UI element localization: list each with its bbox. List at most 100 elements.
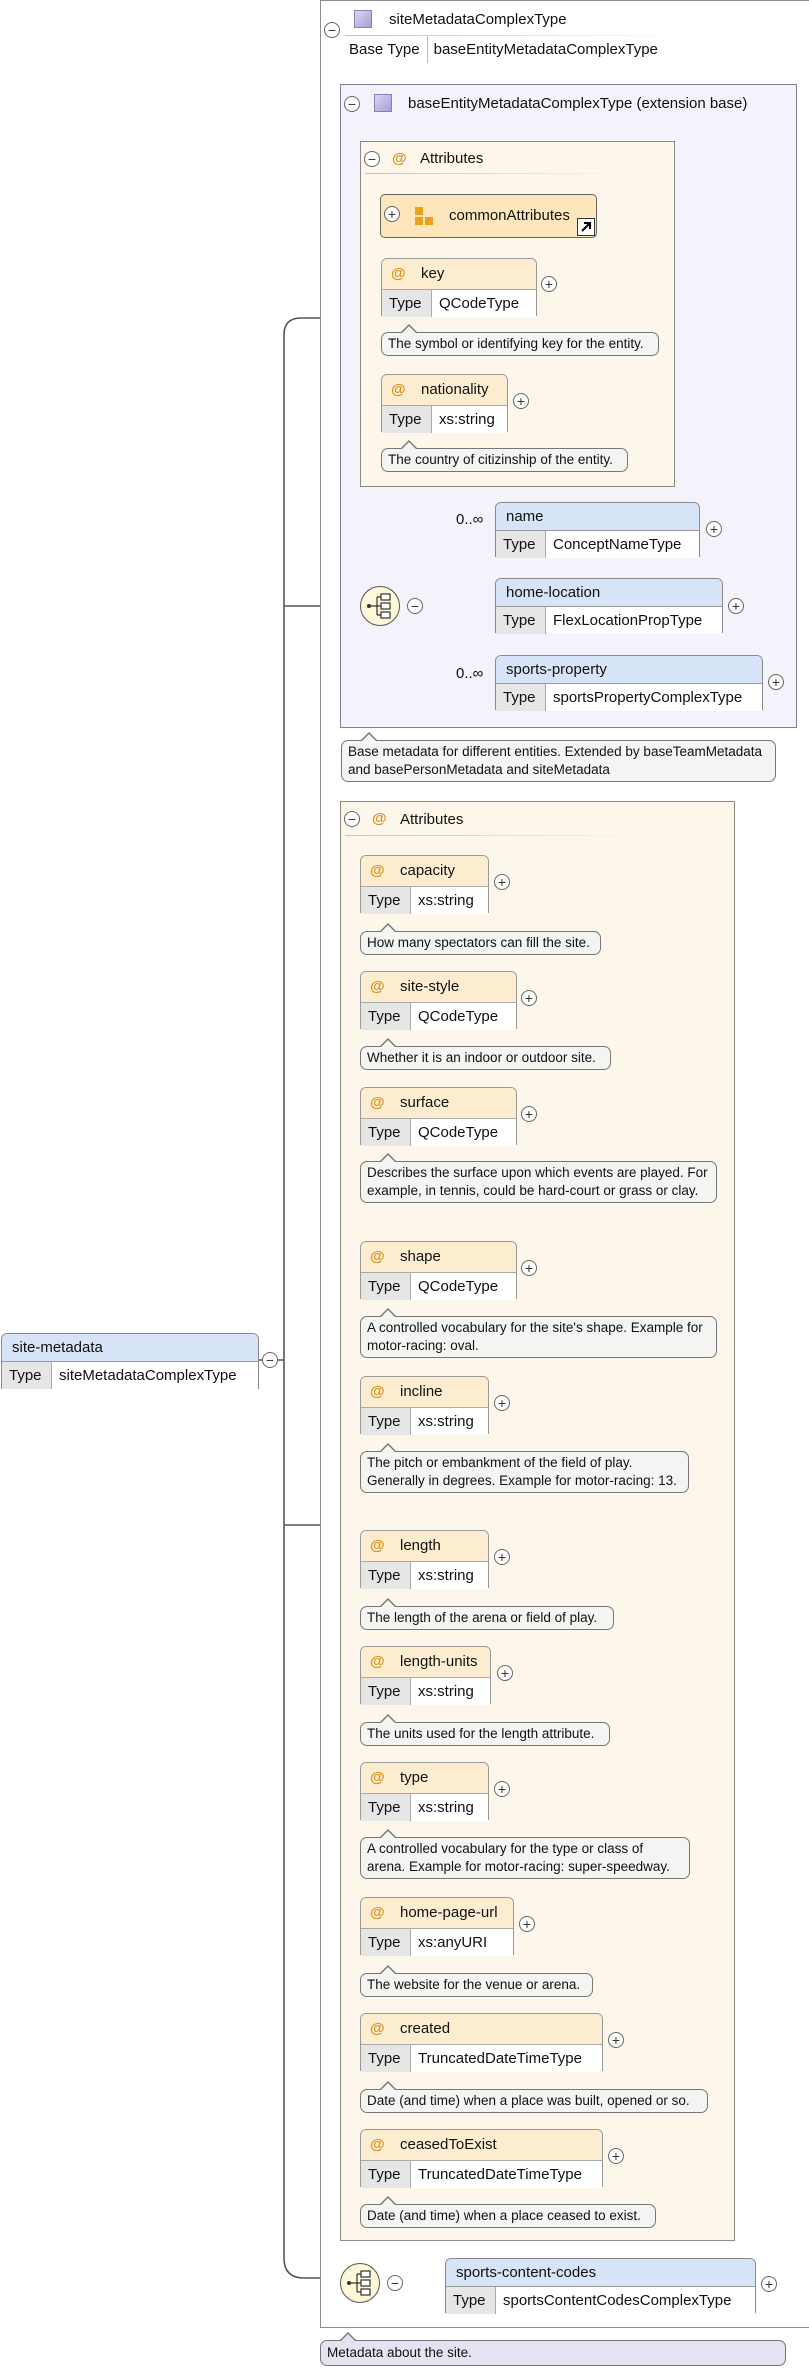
expand-toggle-type[interactable]: + [494, 1781, 510, 1797]
attribute-name: nationality [421, 381, 489, 398]
expand-toggle-capacity[interactable]: + [494, 874, 510, 890]
reference-arrow-icon [577, 218, 595, 236]
attribute-name: shape [400, 1248, 441, 1265]
expand-toggle-shape[interactable]: + [521, 1260, 537, 1276]
element-label: home-location [496, 579, 722, 607]
expand-toggle-length-units[interactable]: + [497, 1665, 513, 1681]
collapse-toggle-root[interactable]: − [262, 1352, 278, 1368]
element-sports-property[interactable]: sports-property Type sportsPropertyComple… [495, 655, 763, 711]
extension-attributes-title: Attributes [420, 150, 484, 167]
doc-note-type: A controlled vocabulary for the type or … [360, 1829, 690, 1879]
type-value: sportsContentCodesComplexType [503, 2292, 732, 2309]
type-value: QCodeType [439, 295, 520, 312]
expand-toggle-name[interactable]: + [706, 521, 722, 537]
attribute-ceased-to-exist[interactable]: @ ceasedToExist Type TruncatedDateTimeType [360, 2129, 603, 2188]
type-key: Type [361, 1119, 411, 1146]
type-key: Type [361, 1408, 411, 1435]
type-key: Type [361, 887, 411, 914]
expand-toggle-attribute-group[interactable]: + [384, 206, 400, 222]
attribute-name: capacity [400, 862, 456, 879]
expand-toggle-created[interactable]: + [608, 2032, 624, 2048]
at-icon: @ [370, 1248, 385, 1265]
expand-toggle-sports-property[interactable]: + [768, 674, 784, 690]
attribute-group-name: commonAttributes [449, 207, 570, 224]
collapse-toggle-sequence[interactable]: − [407, 598, 423, 614]
sequence-compositor-icon [360, 586, 400, 626]
collapse-toggle-extension-attributes[interactable]: − [364, 151, 380, 167]
expand-toggle-nationality[interactable]: + [513, 393, 529, 409]
base-type-row: Base Type baseEntityMetadataComplexType [343, 36, 658, 63]
extension-title: baseEntityMetadataComplexType (extension… [408, 95, 748, 112]
attribute-name: ceasedToExist [400, 2136, 497, 2153]
collapse-toggle-attributes[interactable]: − [344, 811, 360, 827]
collapse-toggle-sequence-bottom[interactable]: − [387, 2275, 403, 2291]
expand-toggle-surface[interactable]: + [521, 1106, 537, 1122]
type-key: Type [361, 2045, 411, 2072]
expand-toggle-home-page-url[interactable]: + [519, 1916, 535, 1932]
element-name[interactable]: name Type ConceptNameType [495, 502, 700, 558]
type-value: sportsPropertyComplexType [553, 689, 743, 706]
attribute-length-units[interactable]: @ length-units Type xs:string [360, 1646, 491, 1705]
element-home-location[interactable]: home-location Type FlexLocationPropType [495, 578, 723, 634]
doc-note-extension: Base metadata for different entities. Ex… [341, 732, 776, 782]
at-icon: @ [370, 1537, 385, 1554]
element-label: sports-content-codes [446, 2259, 755, 2287]
type-value: xs:string [418, 892, 474, 909]
attribute-shape[interactable]: @ shape Type QCodeType [360, 1241, 517, 1300]
attribute-incline[interactable]: @ incline Type xs:string [360, 1376, 489, 1435]
attribute-created[interactable]: @ created Type TruncatedDateTimeType [360, 2013, 603, 2072]
attribute-key[interactable]: @ key Type QCodeType [381, 258, 537, 317]
type-key: Type [496, 607, 546, 634]
at-icon: @ [391, 265, 406, 282]
type-key: Type [361, 1562, 411, 1589]
expand-toggle-site-style[interactable]: + [521, 990, 537, 1006]
expand-toggle-incline[interactable]: + [494, 1395, 510, 1411]
expand-toggle-ceased-to-exist[interactable]: + [608, 2148, 624, 2164]
root-element-site-metadata[interactable]: site-metadata Type siteMetadataComplexTyp… [1, 1333, 259, 1389]
doc-note-created: Date (and time) when a place was built, … [360, 2081, 708, 2113]
expand-toggle-home-location[interactable]: + [728, 598, 744, 614]
expand-toggle-length[interactable]: + [494, 1549, 510, 1565]
at-icon: @ [370, 978, 385, 995]
type-key: Type [361, 1678, 411, 1705]
type-value: QCodeType [418, 1124, 499, 1141]
doc-note-key: The symbol or identifying key for the en… [381, 324, 659, 356]
at-icon: @ [370, 1769, 385, 1786]
attribute-surface[interactable]: @ surface Type QCodeType [360, 1087, 517, 1146]
element-sports-content-codes[interactable]: sports-content-codes Type sportsContentCo… [445, 2258, 756, 2314]
doc-note-incline: The pitch or embankment of the field of … [360, 1443, 689, 1493]
collapse-toggle-extension[interactable]: − [344, 96, 360, 112]
root-element-name: site-metadata [2, 1334, 258, 1362]
attributes-at-icon: @ [372, 810, 387, 827]
collapse-toggle-complex-type[interactable]: − [324, 22, 340, 38]
type-key: Type [2, 1362, 52, 1389]
at-icon: @ [370, 2020, 385, 2037]
extension-type-icon [374, 94, 392, 112]
attribute-site-style[interactable]: @ site-style Type QCodeType [360, 971, 517, 1030]
attribute-length[interactable]: @ length Type xs:string [360, 1530, 489, 1589]
element-label: name [496, 503, 699, 531]
attributes-header-divider [345, 835, 645, 836]
attribute-group-common-attributes[interactable]: + commonAttributes [380, 194, 597, 238]
doc-note-shape: A controlled vocabulary for the site's s… [360, 1308, 717, 1358]
type-key: Type [496, 684, 546, 711]
at-icon: @ [391, 381, 406, 398]
type-value: FlexLocationPropType [553, 612, 703, 629]
attribute-home-page-url[interactable]: @ home-page-url Type xs:anyURI [360, 1897, 514, 1956]
type-key: Type [382, 406, 432, 433]
type-value: QCodeType [418, 1008, 499, 1025]
type-value: xs:anyURI [418, 1934, 488, 1951]
type-key: Type [496, 531, 546, 558]
attribute-nationality[interactable]: @ nationality Type xs:string [381, 374, 508, 433]
occurs-name: 0..∞ [456, 511, 484, 528]
attributes-header-divider [365, 173, 625, 174]
attribute-name: key [421, 265, 445, 282]
attribute-type[interactable]: @ type Type xs:string [360, 1762, 489, 1821]
type-value: xs:string [418, 1683, 474, 1700]
complex-type-name: siteMetadataComplexType [389, 11, 567, 28]
expand-toggle-sports-content-codes[interactable]: + [761, 2276, 777, 2292]
doc-note-site-style: Whether it is an indoor or outdoor site. [360, 1038, 611, 1070]
attribute-capacity[interactable]: @ capacity Type xs:string [360, 855, 489, 914]
expand-toggle-key[interactable]: + [541, 276, 557, 292]
complex-type-icon [354, 10, 372, 28]
